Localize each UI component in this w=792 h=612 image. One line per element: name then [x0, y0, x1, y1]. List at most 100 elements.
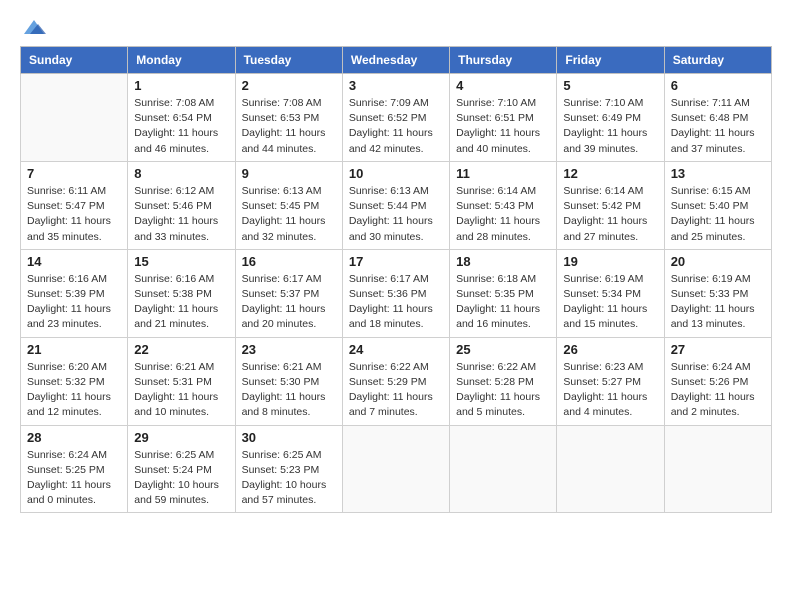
day-number: 18 [456, 254, 550, 269]
calendar-cell: 2 Sunrise: 7:08 AMSunset: 6:53 PMDaylight… [235, 74, 342, 162]
calendar-cell: 21Sunrise: 6:20 AMSunset: 5:32 PMDayligh… [21, 337, 128, 425]
calendar-cell: 13Sunrise: 6:15 AMSunset: 5:40 PMDayligh… [664, 161, 771, 249]
calendar-cell: 14Sunrise: 6:16 AMSunset: 5:39 PMDayligh… [21, 249, 128, 337]
weekday-header-sunday: Sunday [21, 47, 128, 74]
sunrise-label: Sunrise: 6:14 AM [456, 185, 536, 197]
sunset-label: Sunset: 5:23 PM [242, 464, 320, 476]
day-info: Sunrise: 6:24 AMSunset: 5:25 PMDaylight:… [27, 448, 121, 509]
sunset-label: Sunset: 5:37 PM [242, 288, 320, 300]
calendar-cell: 24 Sunrise: 6:22 AMSunset: 5:29 PMDayligh… [342, 337, 449, 425]
daylight-label: Daylight: 11 hours and 16 minutes. [456, 303, 540, 330]
logo [20, 16, 52, 38]
sunrise-label: Sunrise: 6:15 AM [671, 185, 751, 197]
calendar-week-row: 14Sunrise: 6:16 AMSunset: 5:39 PMDayligh… [21, 249, 772, 337]
daylight-label: Daylight: 11 hours and 33 minutes. [134, 215, 218, 242]
day-info: Sunrise: 6:23 AMSunset: 5:27 PMDaylight:… [563, 360, 657, 421]
sunrise-label: Sunrise: 6:21 AM [242, 361, 322, 373]
calendar-cell: 1Sunrise: 7:08 AMSunset: 6:54 PMDaylight… [128, 74, 235, 162]
sunset-label: Sunset: 5:47 PM [27, 200, 105, 212]
day-number: 7 [27, 166, 121, 181]
sunset-label: Sunset: 5:28 PM [456, 376, 534, 388]
calendar-week-row: 1Sunrise: 7:08 AMSunset: 6:54 PMDaylight… [21, 74, 772, 162]
day-info: Sunrise: 6:19 AMSunset: 5:34 PMDaylight:… [563, 272, 657, 333]
day-number: 26 [563, 342, 657, 357]
sunset-label: Sunset: 5:38 PM [134, 288, 212, 300]
day-info: Sunrise: 6:25 AMSunset: 5:24 PMDaylight:… [134, 448, 228, 509]
sunset-label: Sunset: 6:52 PM [349, 112, 427, 124]
day-number: 10 [349, 166, 443, 181]
daylight-label: Daylight: 11 hours and 32 minutes. [242, 215, 326, 242]
day-info: Sunrise: 6:21 AMSunset: 5:31 PMDaylight:… [134, 360, 228, 421]
day-info: Sunrise: 6:20 AMSunset: 5:32 PMDaylight:… [27, 360, 121, 421]
daylight-label: Daylight: 11 hours and 13 minutes. [671, 303, 755, 330]
daylight-label: Daylight: 11 hours and 5 minutes. [456, 391, 540, 418]
day-number: 1 [134, 78, 228, 93]
day-info: Sunrise: 6:19 AMSunset: 5:33 PMDaylight:… [671, 272, 765, 333]
daylight-label: Daylight: 11 hours and 35 minutes. [27, 215, 111, 242]
sunrise-label: Sunrise: 7:09 AM [349, 97, 429, 109]
sunrise-label: Sunrise: 7:10 AM [456, 97, 536, 109]
sunset-label: Sunset: 6:51 PM [456, 112, 534, 124]
sunset-label: Sunset: 5:29 PM [349, 376, 427, 388]
day-info: Sunrise: 6:24 AMSunset: 5:26 PMDaylight:… [671, 360, 765, 421]
sunset-label: Sunset: 5:35 PM [456, 288, 534, 300]
sunrise-label: Sunrise: 7:11 AM [671, 97, 750, 109]
sunset-label: Sunset: 5:43 PM [456, 200, 534, 212]
day-number: 27 [671, 342, 765, 357]
sunrise-label: Sunrise: 6:12 AM [134, 185, 214, 197]
sunrise-label: Sunrise: 6:19 AM [563, 273, 643, 285]
day-number: 17 [349, 254, 443, 269]
sunrise-label: Sunrise: 6:24 AM [27, 449, 107, 461]
sunrise-label: Sunrise: 6:24 AM [671, 361, 751, 373]
calendar-cell: 11Sunrise: 6:14 AMSunset: 5:43 PMDayligh… [450, 161, 557, 249]
sunrise-label: Sunrise: 6:14 AM [563, 185, 643, 197]
day-number: 8 [134, 166, 228, 181]
daylight-label: Daylight: 11 hours and 37 minutes. [671, 127, 755, 154]
day-number: 5 [563, 78, 657, 93]
weekday-header-thursday: Thursday [450, 47, 557, 74]
daylight-label: Daylight: 10 hours and 57 minutes. [242, 479, 327, 506]
sunset-label: Sunset: 5:30 PM [242, 376, 320, 388]
sunset-label: Sunset: 5:34 PM [563, 288, 641, 300]
sunrise-label: Sunrise: 7:10 AM [563, 97, 643, 109]
day-info: Sunrise: 7:08 AMSunset: 6:53 PMDaylight:… [242, 96, 336, 157]
day-number: 16 [242, 254, 336, 269]
day-info: Sunrise: 6:16 AMSunset: 5:38 PMDaylight:… [134, 272, 228, 333]
sunrise-label: Sunrise: 6:13 AM [349, 185, 429, 197]
sunrise-label: Sunrise: 6:16 AM [134, 273, 214, 285]
calendar-cell: 26 Sunrise: 6:23 AMSunset: 5:27 PMDayligh… [557, 337, 664, 425]
calendar-cell [342, 425, 449, 513]
calendar-cell: 3Sunrise: 7:09 AMSunset: 6:52 PMDaylight… [342, 74, 449, 162]
day-number: 11 [456, 166, 550, 181]
sunset-label: Sunset: 5:27 PM [563, 376, 641, 388]
daylight-label: Daylight: 11 hours and 42 minutes. [349, 127, 433, 154]
sunrise-label: Sunrise: 6:13 AM [242, 185, 322, 197]
daylight-label: Daylight: 10 hours and 59 minutes. [134, 479, 219, 506]
sunrise-label: Sunrise: 6:11 AM [27, 185, 106, 197]
daylight-label: Daylight: 11 hours and 46 minutes. [134, 127, 218, 154]
daylight-label: Daylight: 11 hours and 7 minutes. [349, 391, 433, 418]
calendar-cell: 28Sunrise: 6:24 AMSunset: 5:25 PMDayligh… [21, 425, 128, 513]
calendar-cell: 27 Sunrise: 6:24 AMSunset: 5:26 PMDayligh… [664, 337, 771, 425]
day-info: Sunrise: 6:22 AMSunset: 5:29 PMDaylight:… [349, 360, 443, 421]
calendar-cell [664, 425, 771, 513]
sunrise-label: Sunrise: 6:25 AM [134, 449, 214, 461]
sunset-label: Sunset: 6:53 PM [242, 112, 320, 124]
weekday-header-saturday: Saturday [664, 47, 771, 74]
calendar-table: SundayMondayTuesdayWednesdayThursdayFrid… [20, 46, 772, 513]
daylight-label: Daylight: 11 hours and 27 minutes. [563, 215, 647, 242]
daylight-label: Daylight: 11 hours and 2 minutes. [671, 391, 755, 418]
day-number: 19 [563, 254, 657, 269]
day-number: 29 [134, 430, 228, 445]
day-number: 30 [242, 430, 336, 445]
sunset-label: Sunset: 5:39 PM [27, 288, 105, 300]
daylight-label: Daylight: 11 hours and 20 minutes. [242, 303, 326, 330]
sunrise-label: Sunrise: 6:16 AM [27, 273, 107, 285]
daylight-label: Daylight: 11 hours and 44 minutes. [242, 127, 326, 154]
sunrise-label: Sunrise: 6:19 AM [671, 273, 751, 285]
day-number: 22 [134, 342, 228, 357]
day-number: 24 [349, 342, 443, 357]
daylight-label: Daylight: 11 hours and 39 minutes. [563, 127, 647, 154]
day-info: Sunrise: 6:13 AMSunset: 5:44 PMDaylight:… [349, 184, 443, 245]
day-number: 2 [242, 78, 336, 93]
